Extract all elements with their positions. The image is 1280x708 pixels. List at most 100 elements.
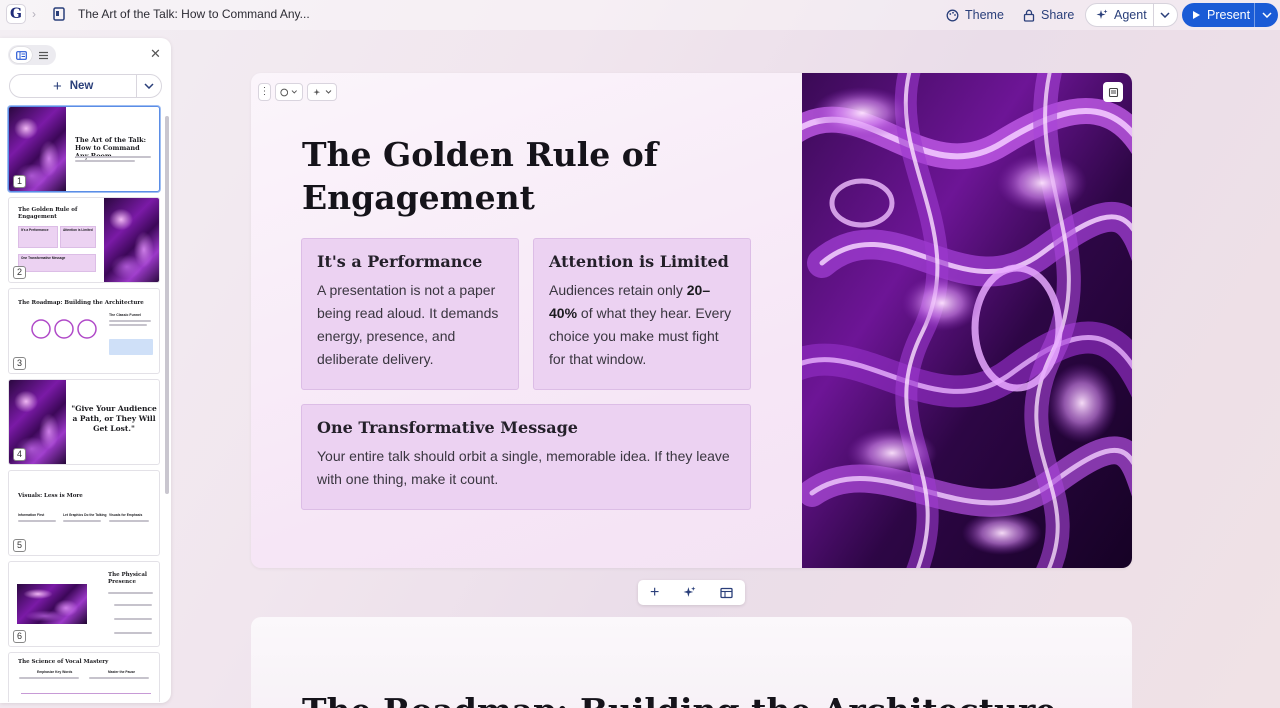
thumbnail-card-title: One Transformative Message — [21, 256, 66, 260]
thumbnail-quote: "Give Your Audience a Path, or They Will… — [71, 404, 157, 433]
present-button-group: Present — [1182, 3, 1278, 27]
image-settings-icon — [1108, 87, 1118, 97]
palette-icon — [280, 88, 289, 96]
thumbnail-title: The Science of Vocal Mastery — [18, 659, 109, 665]
slide-number: 6 — [13, 630, 26, 643]
thumbnail-title: The Golden Rule of Engagement — [18, 207, 78, 220]
slide-number: 2 — [13, 266, 26, 279]
play-icon — [1193, 11, 1200, 19]
layout-template-icon[interactable] — [720, 587, 733, 599]
thumbnail-text-line — [18, 520, 56, 522]
slide-canvas[interactable]: ⋮ The Golden Rule of Engagement It's a P… — [251, 73, 1132, 568]
thumbnail-title: Visuals: Less is More — [18, 493, 83, 499]
ai-generate-icon[interactable] — [683, 586, 696, 599]
new-slide-button[interactable]: + New — [10, 78, 136, 95]
slide-thumbnail-6[interactable]: The Physical Presence 6 — [8, 561, 160, 647]
slide-thumbnail-3[interactable]: The Roadmap: Building the Architecture T… — [8, 288, 160, 374]
slide-title[interactable]: The Golden Rule of Engagement — [302, 133, 722, 219]
agent-dropdown-button[interactable] — [1152, 3, 1177, 27]
present-dropdown-button[interactable] — [1254, 3, 1278, 27]
content-card[interactable]: It's a Performance A presentation is not… — [301, 238, 519, 390]
thumbnail-text-line — [89, 677, 149, 679]
agent-button[interactable]: Agent — [1086, 8, 1153, 22]
chevron-down-icon — [292, 90, 298, 94]
next-slide-canvas[interactable]: The Roadmap: Building the Architecture — [251, 617, 1132, 708]
new-slide-button-group: + New — [9, 74, 162, 98]
thumbnail-col-title: Master the Pause — [108, 670, 136, 674]
slide-number: 5 — [13, 539, 26, 552]
app-logo[interactable]: G — [6, 4, 26, 24]
theme-button[interactable]: Theme — [940, 4, 1010, 26]
card-body: Audiences retain only 20–40% of what the… — [549, 279, 735, 371]
slide-number: 1 — [13, 175, 26, 188]
chevron-down-icon — [1261, 12, 1272, 18]
sidebar-scrollbar[interactable] — [165, 116, 169, 494]
chevron-down-icon — [1160, 12, 1170, 18]
share-label: Share — [1041, 8, 1075, 22]
thumbnail-timeline — [21, 693, 151, 694]
thumbnail-diagram — [31, 319, 97, 339]
plus-icon: + — [52, 77, 62, 95]
thumbnail-col-title: Visuals for Emphasis — [109, 513, 143, 517]
close-sidebar-icon[interactable]: ✕ — [150, 46, 161, 62]
slide-thumbnail-2[interactable]: The Golden Rule of Engagement It's a Per… — [8, 197, 160, 283]
content-card[interactable]: Attention is Limited Audiences retain on… — [533, 238, 751, 390]
breadcrumb-chevron-icon: › — [32, 7, 36, 21]
slide-number: 4 — [13, 448, 26, 461]
thumbnail-text-line — [114, 632, 152, 634]
thumbnail-callout — [109, 339, 153, 355]
document-icon — [53, 7, 65, 21]
document-title[interactable]: The Art of the Talk: How to Command Any.… — [78, 7, 310, 21]
slide-image[interactable] — [802, 73, 1132, 568]
slide-style-button[interactable] — [275, 83, 303, 101]
content-card[interactable]: One Transformative Message Your entire t… — [301, 404, 751, 510]
card-body: Your entire talk should orbit a single, … — [317, 448, 730, 487]
list-view-button[interactable] — [32, 47, 54, 63]
list-view-icon — [38, 51, 48, 59]
thumbnail-view-icon — [15, 50, 27, 60]
slide-thumbnail-1[interactable]: The Art of the Talk: How to Command Any … — [8, 106, 160, 192]
sparkle-icon — [312, 88, 320, 95]
slides-sidebar: ✕ + New The Art of the Talk: How to Comm… — [0, 38, 171, 703]
image-options-button[interactable] — [1103, 82, 1123, 102]
card-heading: One Transformative Message — [317, 418, 578, 437]
more-vertical-icon: ⋮ — [259, 86, 270, 97]
top-bar: G › The Art of the Talk: How to Command … — [0, 0, 1280, 30]
thumbnail-card: It's a Performance — [18, 226, 58, 248]
add-slide-icon[interactable]: + — [650, 584, 659, 601]
slide-menu-button[interactable]: ⋮ — [258, 83, 271, 101]
thumbnail-image — [17, 584, 87, 624]
new-slide-dropdown-button[interactable] — [136, 74, 161, 98]
view-toggle — [8, 45, 56, 65]
thumbnail-text-line — [75, 160, 135, 162]
thumbnail-text-line — [63, 520, 101, 522]
thumbnail-card-title: Attention is Limited — [63, 228, 93, 232]
next-slide-title[interactable]: The Roadmap: Building the Architecture — [302, 691, 1056, 708]
present-button[interactable]: Present — [1182, 8, 1254, 22]
thumbnail-card: Attention is Limited — [60, 226, 96, 248]
thumbnail-text-line — [109, 320, 151, 322]
slide-thumbnail-7[interactable]: The Science of Vocal Mastery Emphasize K… — [8, 652, 160, 702]
chevron-down-icon — [325, 90, 331, 94]
slide-thumbnail-4[interactable]: "Give Your Audience a Path, or They Will… — [8, 379, 160, 465]
thumbnail-text-line — [108, 592, 153, 594]
card-body: A presentation is not a paper being read… — [317, 282, 499, 367]
thumbnail-text-line — [114, 604, 152, 606]
thumbnail-title: The Physical Presence — [108, 572, 148, 585]
thumbnail-text-line — [109, 324, 147, 326]
palette-icon — [946, 9, 959, 21]
slide-ai-button[interactable] — [307, 83, 337, 101]
thumbnail-aside-title: The Classic Funnel — [109, 313, 141, 317]
share-button[interactable]: Share — [1017, 4, 1080, 26]
thumbnail-text-line — [109, 520, 149, 522]
chrome-abstract-image — [802, 73, 1132, 568]
agent-button-group: Agent — [1085, 3, 1178, 27]
thumbnail-text-line — [114, 618, 152, 620]
card-heading: Attention is Limited — [549, 252, 729, 271]
present-label: Present — [1207, 8, 1251, 22]
slide-thumbnail-5[interactable]: Visuals: Less is More Information First … — [8, 470, 160, 556]
thumbnail-text-line — [75, 156, 151, 158]
grid-view-button[interactable] — [10, 47, 32, 63]
card-body-text: of what they hear. Every choice you make… — [549, 305, 732, 367]
agent-label: Agent — [1114, 8, 1147, 22]
